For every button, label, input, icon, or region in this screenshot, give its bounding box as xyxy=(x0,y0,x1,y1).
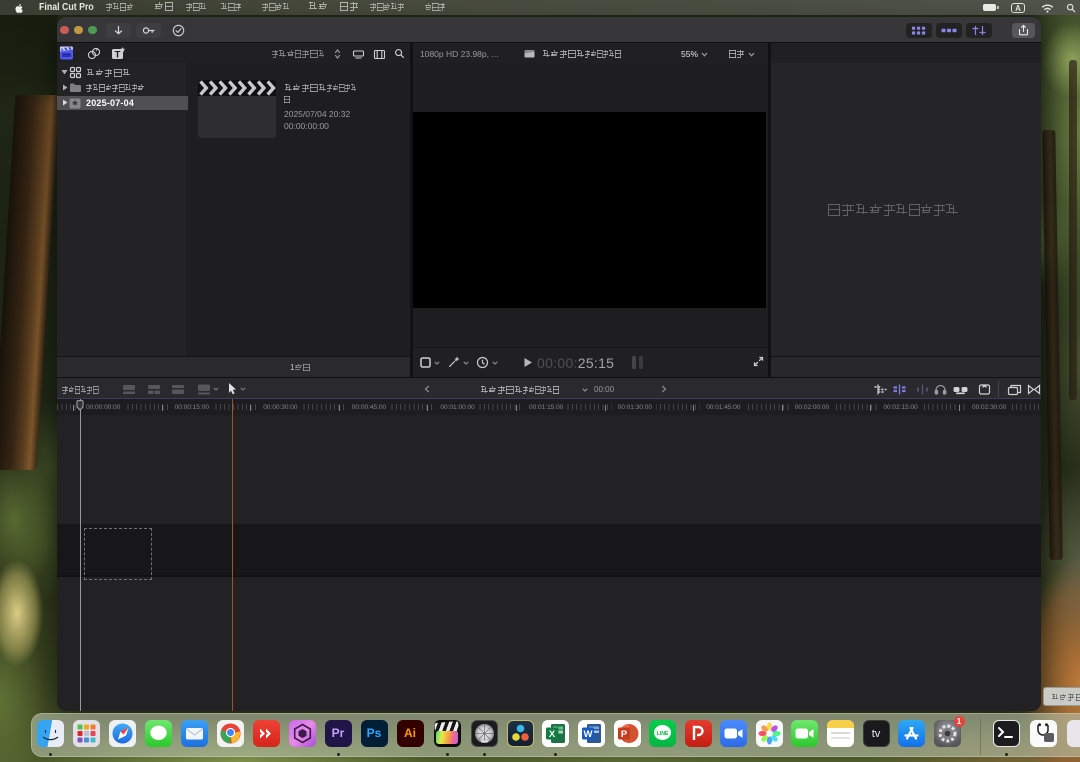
svg-text:T: T xyxy=(115,50,121,61)
svg-text:W: W xyxy=(583,729,592,740)
svg-text:X: X xyxy=(549,729,556,740)
svg-text:P: P xyxy=(620,729,627,740)
svg-text:LINE: LINE xyxy=(656,731,668,737)
